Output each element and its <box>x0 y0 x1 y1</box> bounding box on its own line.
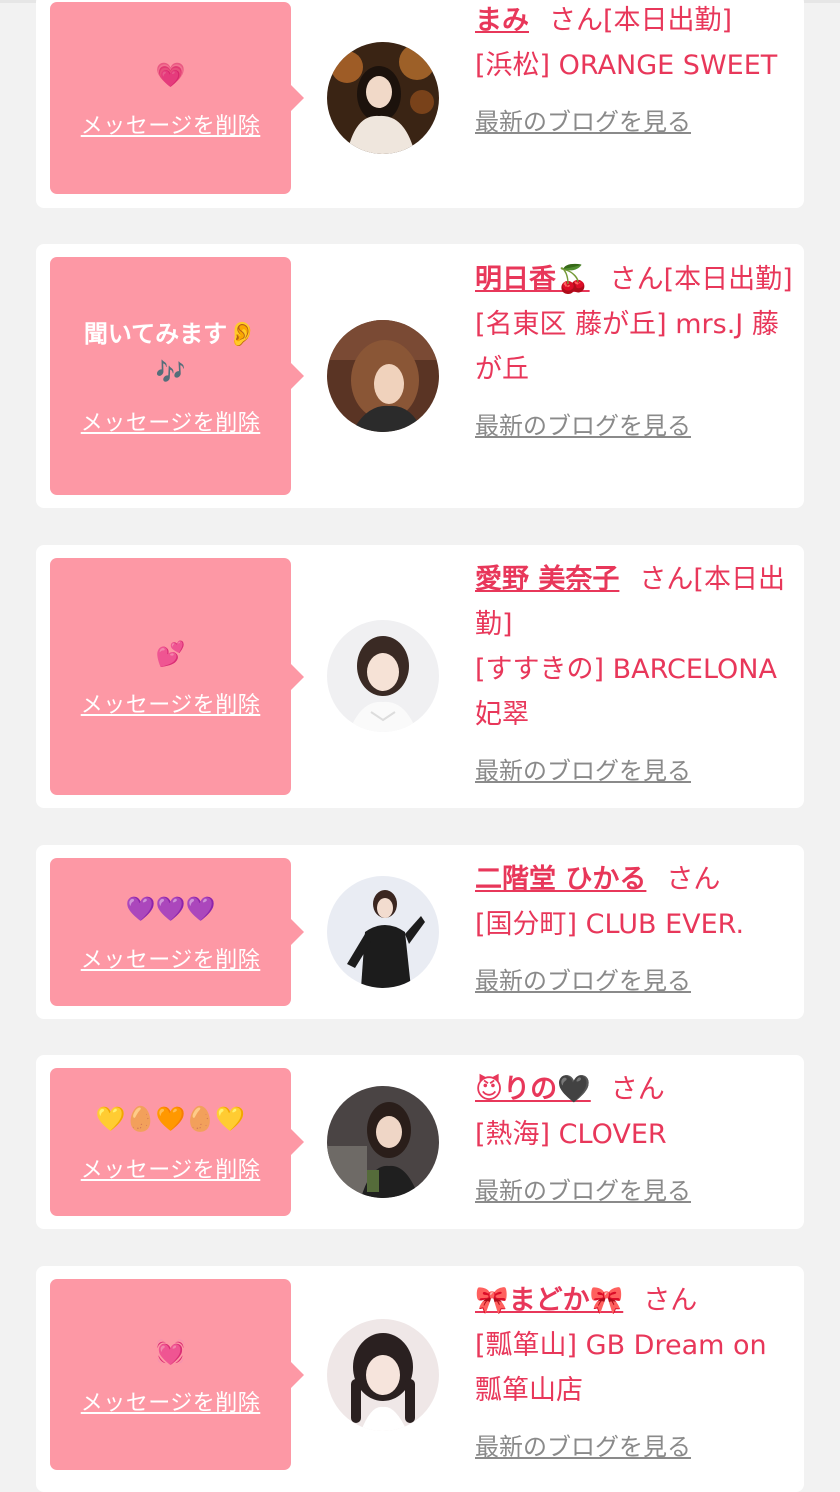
latest-blog-link[interactable]: 最新のブログを見る <box>475 1171 691 1206</box>
sender-name-link[interactable]: 愛野 美奈子 <box>475 564 619 595</box>
avatar[interactable] <box>327 620 439 732</box>
shop-name: [浜松] ORANGE SWEET <box>475 50 778 81</box>
message-card: 💗 メッセージを削除 まみ さん[本日出勤] [浜松] ORANGE SWEET … <box>36 0 804 208</box>
latest-blog-link[interactable]: 最新のブログを見る <box>475 751 691 786</box>
message-text: 💕 <box>155 639 186 668</box>
message-bubble: 💛🥚🧡🥚💛 メッセージを削除 <box>50 1068 304 1216</box>
avatar[interactable] <box>327 1319 439 1431</box>
message-text: 💓 <box>155 1337 186 1366</box>
shop-name: [国分町] CLUB EVER. <box>475 909 745 940</box>
sender-status: さん <box>610 1074 665 1105</box>
sender-info: 二階堂 ひかる さん [国分町] CLUB EVER. 最新のブログを見る <box>475 857 793 996</box>
latest-blog-link[interactable]: 最新のブログを見る <box>475 406 691 441</box>
avatar[interactable] <box>327 320 439 432</box>
shop-name: [名東区 藤が丘] mrs.J 藤が丘 <box>475 309 779 385</box>
latest-blog-link[interactable]: 最新のブログを見る <box>475 1427 691 1462</box>
sender-info: まみ さん[本日出勤] [浜松] ORANGE SWEET 最新のブログを見る <box>475 0 793 137</box>
avatar[interactable] <box>327 1086 439 1198</box>
sender-status: さん <box>666 864 721 895</box>
message-card: 聞いてみます👂 🎶 メッセージを削除 明日香🍒 さん[本日出勤] [名東区 藤が丘… <box>36 244 804 508</box>
message-bubble: 💗 メッセージを削除 <box>50 2 304 194</box>
shop-name: [すすきの] BARCELONA 妃翠 <box>475 654 777 730</box>
sender-name-link[interactable]: まみ <box>475 5 529 36</box>
sender-info: 明日香🍒 さん[本日出勤] [名東区 藤が丘] mrs.J 藤が丘 最新のブログを… <box>475 257 793 441</box>
message-text: 💗 <box>155 61 186 89</box>
sender-status: さん <box>643 1285 698 1316</box>
message-bubble: 聞いてみます👂 🎶 メッセージを削除 <box>50 257 304 495</box>
delete-message-link[interactable]: メッセージを削除 <box>81 942 261 974</box>
sender-name-link[interactable]: 🎀まどか🎀 <box>475 1285 623 1316</box>
message-bubble: 💓 メッセージを削除 <box>50 1279 304 1470</box>
sender-name-link[interactable]: 明日香🍒 <box>475 264 590 295</box>
sender-status: さん[本日出勤] <box>609 264 793 295</box>
delete-message-link[interactable]: メッセージを削除 <box>81 687 261 719</box>
message-card: 💛🥚🧡🥚💛 メッセージを削除 😈りの🖤 さん [熱海] CLOVER 最新のブログ… <box>36 1055 804 1229</box>
message-bubble: 💕 メッセージを削除 <box>50 558 304 795</box>
avatar[interactable] <box>327 876 439 988</box>
delete-message-link[interactable]: メッセージを削除 <box>81 1152 261 1184</box>
message-card: 💜💜💜 メッセージを削除 二階堂 ひかる さん [国分町] CLUB EVER. … <box>36 845 804 1019</box>
message-text: 💛🥚🧡🥚💛 <box>95 1105 246 1133</box>
sender-info: 🎀まどか🎀 さん [瓢箪山] GB Dream on 瓢箪山店 最新のブログを見る <box>475 1278 794 1462</box>
message-bubble: 💜💜💜 メッセージを削除 <box>50 858 304 1006</box>
delete-message-link[interactable]: メッセージを削除 <box>81 1385 261 1417</box>
sender-info: 😈りの🖤 さん [熱海] CLOVER 最新のブログを見る <box>475 1067 793 1206</box>
shop-name: [熱海] CLOVER <box>475 1119 667 1150</box>
latest-blog-link[interactable]: 最新のブログを見る <box>475 961 691 996</box>
delete-message-link[interactable]: メッセージを削除 <box>81 108 261 140</box>
latest-blog-link[interactable]: 最新のブログを見る <box>475 102 691 137</box>
sender-name-link[interactable]: 二階堂 ひかる <box>475 864 646 895</box>
sender-name-link[interactable]: 😈りの🖤 <box>475 1074 591 1105</box>
sender-status: さん[本日出勤] <box>549 5 733 36</box>
message-card: 💕 メッセージを削除 愛野 美奈子 さん[本日出勤] [すすきの] BARCELO… <box>36 545 804 808</box>
message-text: 聞いてみます👂 🎶 <box>83 320 258 386</box>
message-text: 💜💜💜 <box>125 895 216 923</box>
sender-info: 愛野 美奈子 さん[本日出勤] [すすきの] BARCELONA 妃翠 最新のブロ… <box>475 557 793 786</box>
message-card: 💓 メッセージを削除 🎀まどか🎀 さん [瓢箪山] GB Dream on 瓢箪山… <box>36 1266 804 1492</box>
delete-message-link[interactable]: メッセージを削除 <box>81 405 261 437</box>
avatar[interactable] <box>327 42 439 154</box>
shop-name: [瓢箪山] GB Dream on 瓢箪山店 <box>475 1330 794 1406</box>
